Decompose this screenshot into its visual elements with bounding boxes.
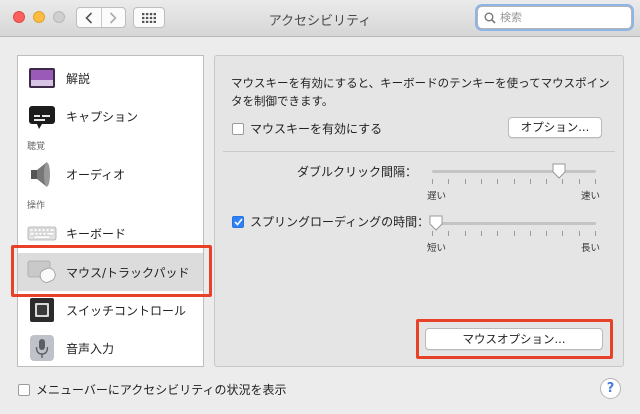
sidebar-item-audio[interactable]: オーディオ	[18, 156, 203, 192]
spring-loading-slider-knob[interactable]	[429, 215, 443, 231]
spring-loading-checkbox[interactable]	[232, 215, 244, 228]
slider-tick	[432, 179, 433, 184]
spring-loading-min-label: 短い	[427, 243, 447, 254]
mouse-keys-description: マウスキーを有効にすると、キーボードのテンキーを使ってマウスポインタを制御できま…	[231, 76, 610, 108]
sidebar-item-label: キャプション	[66, 109, 139, 124]
menubar-status-checkbox-row[interactable]: メニューバーにアクセシビリティの状況を表示	[18, 381, 287, 398]
sidebar-item-captions[interactable]: キャプション	[18, 98, 203, 134]
sidebar-item-switch-control[interactable]: スイッチコントロール	[18, 292, 203, 328]
spring-loading-checkbox-row[interactable]: スプリングローディングの時間：	[232, 213, 429, 230]
spring-loading-label: スプリングローディングの時間：	[250, 215, 430, 229]
title-bar: アクセシビリティ	[0, 0, 640, 37]
checkmark-icon	[233, 217, 243, 226]
slider-tick	[480, 231, 482, 236]
sidebar-category-interaction: 操作	[27, 201, 46, 211]
double-click-max-label: 速い	[581, 191, 601, 202]
slider-tick	[546, 179, 548, 184]
slider-tick	[562, 231, 564, 236]
slider-tick	[529, 231, 531, 236]
slider-tick	[513, 179, 515, 184]
mouse-keys-checkbox[interactable]	[232, 122, 244, 135]
keyboard-icon	[27, 226, 57, 241]
menubar-status-label: メニューバーにアクセシビリティの状況を表示	[36, 383, 287, 397]
search-input[interactable]	[500, 11, 620, 24]
sidebar-item-label: スイッチコントロール	[66, 303, 187, 318]
double-click-slider-knob[interactable]	[552, 163, 566, 179]
slider-tick	[562, 179, 564, 184]
double-click-min-label: 遅い	[427, 191, 447, 202]
slider-tick	[546, 231, 548, 236]
slider-tick	[480, 179, 482, 184]
slider-tick	[448, 231, 450, 236]
double-click-label: ダブルクリック間隔：	[296, 165, 417, 179]
slider-tick	[578, 179, 580, 184]
microphone-icon	[30, 335, 54, 361]
slider-tick	[497, 179, 499, 184]
mouse-keys-options-button[interactable]: オプション...	[508, 117, 602, 138]
slider-tick	[578, 231, 580, 236]
highlight-box-mouse-options	[416, 319, 613, 359]
sidebar-item-label: オーディオ	[66, 167, 126, 182]
sidebar-item-dictation[interactable]: 音声入力	[18, 330, 203, 366]
slider-tick	[595, 231, 596, 236]
double-click-ticks	[432, 179, 596, 185]
preferences-window: アクセシビリティ 解説 キャプション	[0, 0, 640, 414]
switch-control-icon	[30, 298, 54, 322]
slider-tick	[595, 179, 596, 184]
question-mark-icon: ?	[606, 381, 615, 396]
slider-tick	[513, 231, 515, 236]
captions-icon	[29, 106, 55, 129]
slider-tick	[464, 179, 466, 184]
speaker-icon	[31, 162, 50, 187]
mouse-keys-checkbox-row[interactable]: マウスキーを有効にする	[232, 120, 382, 137]
help-button[interactable]: ?	[600, 378, 621, 399]
double-click-slider-track[interactable]	[432, 170, 596, 173]
section-divider	[223, 151, 615, 152]
search-field[interactable]	[477, 6, 632, 29]
menubar-status-checkbox[interactable]	[18, 383, 30, 396]
slider-tick	[464, 231, 466, 236]
sidebar-item-label: 音声入力	[66, 341, 115, 356]
slider-tick	[497, 231, 499, 236]
spring-loading-slider-track[interactable]	[432, 222, 596, 225]
mouse-keys-checkbox-label: マウスキーを有効にする	[250, 122, 383, 136]
sidebar-item-description[interactable]: 解説	[18, 60, 203, 96]
spring-loading-ticks	[432, 231, 596, 237]
sidebar-item-label: 解説	[66, 71, 91, 86]
highlight-box-sidebar	[11, 245, 212, 297]
category-sidebar[interactable]: 解説 キャプション 聴覚 オーディオ 操作 キーボード マウス/トラックパッド …	[17, 55, 204, 367]
sidebar-category-hearing: 聴覚	[27, 142, 46, 152]
slider-tick	[529, 179, 531, 184]
description-icon	[29, 68, 55, 88]
spring-loading-max-label: 長い	[581, 243, 601, 254]
slider-tick	[432, 231, 433, 236]
slider-tick	[448, 179, 450, 184]
sidebar-item-label: キーボード	[66, 226, 127, 241]
search-icon	[484, 12, 496, 24]
